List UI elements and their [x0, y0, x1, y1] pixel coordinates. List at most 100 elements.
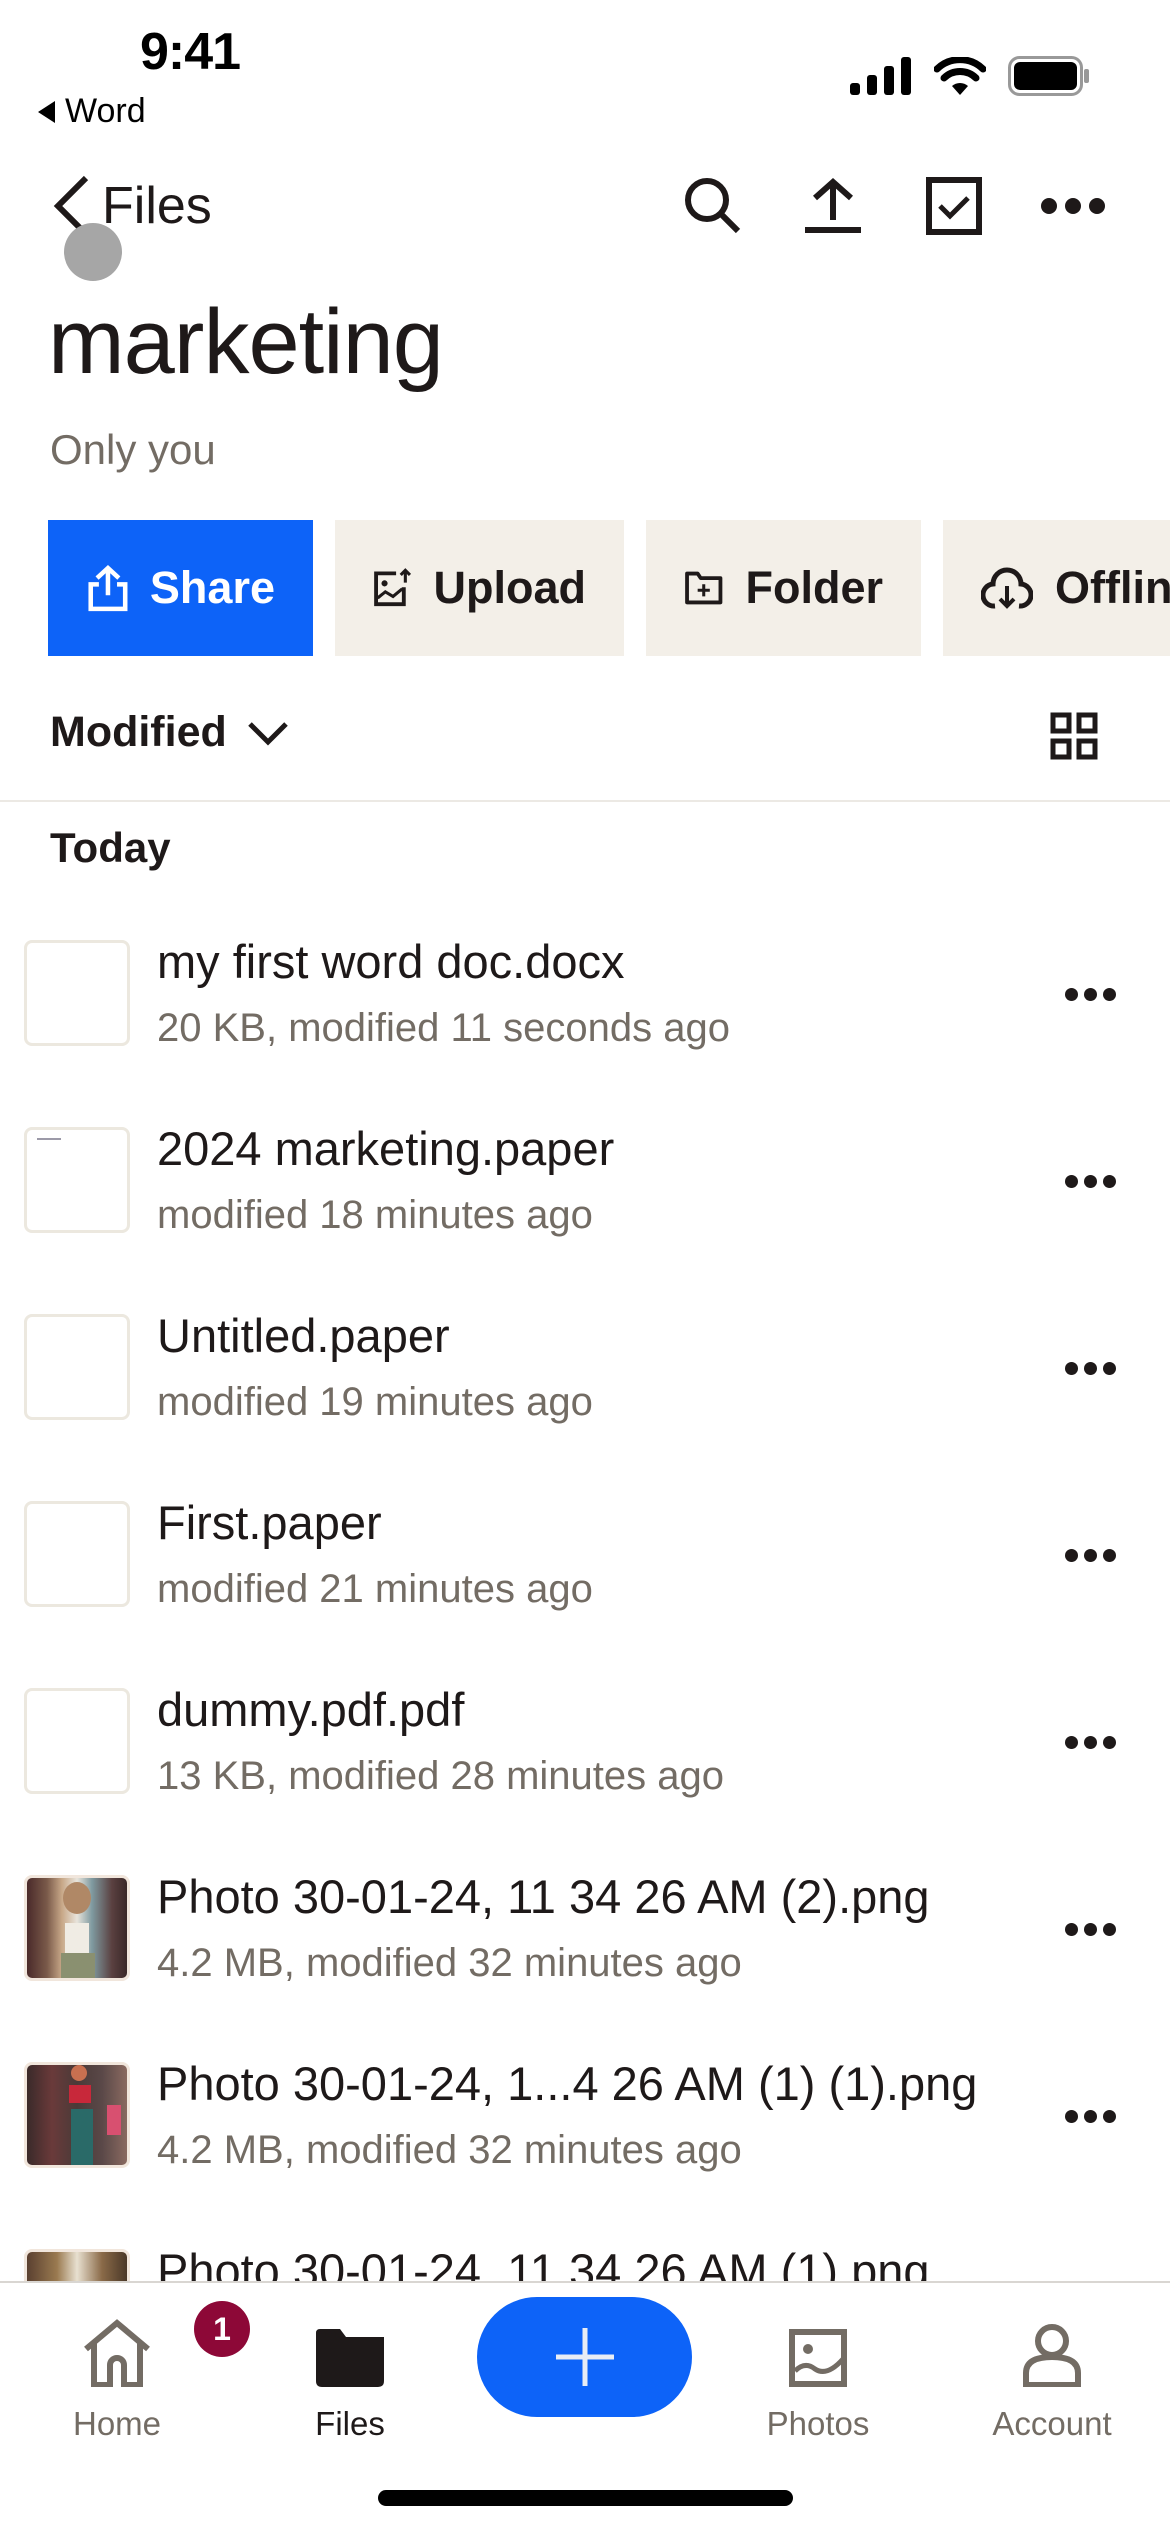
- new-folder-button[interactable]: Folder: [646, 520, 921, 656]
- file-row[interactable]: Photo 30-01-24, 1...4 26 AM (1) (1).png …: [0, 2022, 1170, 2209]
- file-meta: 4.2 MB, modified 32 minutes ago: [157, 1941, 742, 1985]
- folder-label: Folder: [745, 562, 883, 613]
- file-row[interactable]: 2024 marketing.paper modified 18 minutes…: [0, 1087, 1170, 1274]
- sort-label: Modified: [50, 708, 227, 756]
- checkbox-icon: [926, 177, 982, 235]
- file-name: Untitled.paper: [157, 1309, 450, 1362]
- tab-label: Account: [992, 2405, 1112, 2442]
- file-name: 2024 marketing.paper: [157, 1122, 615, 1175]
- file-more-button[interactable]: [1060, 1159, 1120, 1203]
- more-horizontal-icon: [1064, 1548, 1078, 1562]
- cellular-signal-icon: [850, 57, 911, 95]
- more-horizontal-icon: [1064, 1922, 1078, 1936]
- back-triangle-icon: [38, 100, 55, 123]
- file-meta: modified 19 minutes ago: [157, 1380, 593, 1424]
- grid-view-toggle[interactable]: [1050, 712, 1098, 765]
- offline-button[interactable]: Offline: [943, 520, 1170, 656]
- more-horizontal-icon: [1064, 1174, 1078, 1188]
- sort-dropdown[interactable]: Modified: [50, 708, 289, 757]
- file-name: Photo 30-01-24, 11 34 26 AM (1).png: [157, 2244, 930, 2282]
- file-meta: 13 KB, modified 28 minutes ago: [157, 1754, 725, 1798]
- chevron-down-icon: [247, 721, 288, 746]
- back-app-label: Word: [65, 92, 146, 130]
- tab-files[interactable]: Files: [260, 2313, 440, 2443]
- file-meta: 4.2 MB, modified 32 minutes ago: [157, 2128, 742, 2172]
- more-horizontal-icon: [1064, 1735, 1078, 1749]
- file-name: my first word doc.docx: [157, 935, 625, 988]
- file-row[interactable]: Photo 30-01-24, 11 34 26 AM (2).png 4.2 …: [0, 1835, 1170, 2022]
- grid-view-icon: [1050, 712, 1098, 760]
- photo-thumbnail: [24, 2062, 130, 2168]
- tab-label: Files: [315, 2405, 385, 2442]
- file-row[interactable]: dummy.pdf.pdf 13 KB, modified 28 minutes…: [0, 1648, 1170, 1835]
- file-more-button[interactable]: [1060, 1907, 1120, 1951]
- file-name: dummy.pdf.pdf: [157, 1683, 465, 1736]
- file-name: Photo 30-01-24, 11 34 26 AM (2).png: [157, 1870, 930, 1923]
- file-more-button[interactable]: [1060, 1346, 1120, 1390]
- upload-label: Upload: [433, 562, 587, 613]
- home-icon: [84, 2319, 150, 2387]
- create-fab-button[interactable]: [477, 2297, 692, 2417]
- cloud-download-icon: [981, 567, 1033, 609]
- file-row[interactable]: my first word doc.docx 20 KB, modified 1…: [0, 900, 1170, 1087]
- upload-button[interactable]: [795, 168, 871, 244]
- file-thumbnail: [24, 1688, 130, 1794]
- home-indicator: [378, 2490, 793, 2506]
- action-buttons-row: Share Upload Folder Offline: [48, 520, 1170, 656]
- folder-icon: [316, 2329, 384, 2387]
- file-name: Photo 30-01-24, 1...4 26 AM (1) (1).png: [157, 2057, 978, 2110]
- more-options-button[interactable]: [1035, 168, 1111, 244]
- status-time: 9:41: [140, 23, 241, 81]
- more-horizontal-icon: [1064, 2109, 1078, 2123]
- share-button[interactable]: Share: [48, 520, 313, 656]
- file-meta: modified 18 minutes ago: [157, 1193, 593, 1237]
- tab-home[interactable]: 1 Home: [27, 2301, 250, 2443]
- file-row[interactable]: Photo 30-01-24, 11 34 26 AM (1).png: [0, 2209, 1170, 2282]
- section-header-today: Today: [50, 824, 171, 871]
- file-row[interactable]: Untitled.paper modified 19 minutes ago: [0, 1274, 1170, 1461]
- more-horizontal-icon: [1064, 1361, 1078, 1375]
- tab-label: Home: [72, 2405, 162, 2442]
- battery-icon: [1008, 56, 1089, 96]
- back-label: Files: [102, 177, 212, 235]
- notification-badge: 1: [194, 2301, 250, 2357]
- search-icon: [685, 178, 741, 234]
- file-meta: modified 21 minutes ago: [157, 1567, 593, 1611]
- back-to-app-link[interactable]: Word: [38, 92, 146, 131]
- account-icon: [1023, 2324, 1081, 2387]
- tab-label: Photos: [766, 2405, 870, 2442]
- file-row[interactable]: First.paper modified 21 minutes ago: [0, 1461, 1170, 1648]
- new-folder-icon: [685, 571, 723, 605]
- folder-title: marketing: [48, 291, 444, 393]
- sharing-status: Only you: [50, 426, 216, 473]
- file-meta: 20 KB, modified 11 seconds ago: [157, 1006, 730, 1050]
- plus-icon: [555, 2328, 614, 2386]
- search-button[interactable]: [675, 168, 751, 244]
- upload-photo-button[interactable]: Upload: [335, 520, 624, 656]
- upload-icon: [805, 177, 861, 233]
- file-more-button[interactable]: [1060, 1720, 1120, 1764]
- file-more-button[interactable]: [1060, 972, 1120, 1016]
- share-label: Share: [149, 562, 275, 613]
- wifi-icon: [934, 57, 986, 95]
- offline-label: Offline: [1055, 562, 1170, 613]
- file-name: First.paper: [157, 1496, 382, 1549]
- divider: [0, 800, 1170, 802]
- status-icons: [850, 56, 1090, 96]
- more-horizontal-icon: [1041, 198, 1105, 214]
- file-thumbnail: [24, 940, 130, 1046]
- upload-image-icon: [374, 568, 412, 607]
- share-icon: [88, 564, 128, 612]
- file-list: my first word doc.docx 20 KB, modified 1…: [0, 900, 1170, 2282]
- touch-indicator: [64, 223, 122, 281]
- select-button[interactable]: [916, 168, 992, 244]
- photo-thumbnail: [24, 2249, 130, 2282]
- file-more-button[interactable]: [1060, 1533, 1120, 1577]
- file-thumbnail: [24, 1501, 130, 1607]
- more-horizontal-icon: [1064, 987, 1078, 1001]
- tab-account[interactable]: Account: [962, 2313, 1142, 2443]
- file-thumbnail: [24, 1314, 130, 1420]
- file-more-button[interactable]: [1060, 2094, 1120, 2138]
- photo-thumbnail: [24, 1875, 130, 1981]
- tab-photos[interactable]: Photos: [728, 2313, 908, 2443]
